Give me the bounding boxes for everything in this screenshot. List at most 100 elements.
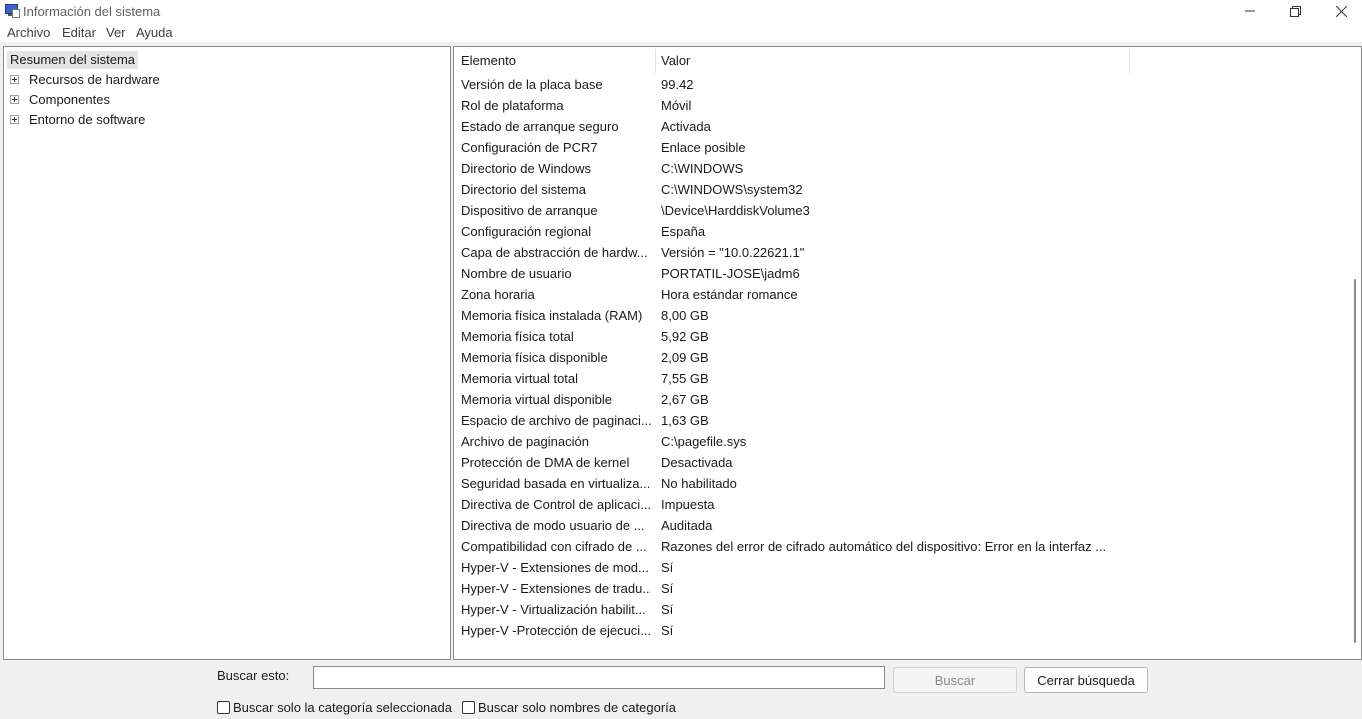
- table-row[interactable]: Rol de plataforma Móvil: [454, 95, 1344, 116]
- search-panel: Buscar esto: Buscar Cerrar búsqueda Busc…: [0, 660, 1362, 719]
- row-value-cell: No habilitado: [661, 476, 737, 491]
- table-row[interactable]: Directiva de Control de aplicaci... Impue…: [454, 494, 1344, 515]
- table-row[interactable]: Archivo de paginación C:\pagefile.sys: [454, 431, 1344, 452]
- expand-plus-icon[interactable]: [10, 95, 19, 104]
- row-value-cell: 2,09 GB: [661, 350, 709, 365]
- row-element-cell: Versión de la placa base: [461, 77, 603, 92]
- only-category-names-checkbox[interactable]: Buscar solo nombres de categoría: [462, 699, 676, 715]
- row-value-cell: C:\WINDOWS: [661, 161, 744, 176]
- tree-item-system-summary[interactable]: Resumen del sistema: [7, 51, 138, 69]
- table-row[interactable]: Dispositivo de arranque \Device\HarddiskV…: [454, 200, 1344, 221]
- table-row[interactable]: Seguridad basada en virtualiza... No habi…: [454, 473, 1344, 494]
- checkbox-box[interactable]: [462, 700, 475, 714]
- row-value-cell: PORTATIL-JOSE\jadm6: [661, 266, 800, 281]
- row-element-cell: Hyper-V - Extensiones de tradu...: [461, 581, 651, 596]
- checkbox-label: Buscar solo nombres de categoría: [478, 699, 676, 715]
- row-element-cell: Compatibilidad con cifrado de ...: [461, 539, 647, 554]
- row-value-cell: Sí: [661, 602, 674, 617]
- close-search-button[interactable]: Cerrar búsqueda: [1024, 667, 1148, 693]
- table-row[interactable]: Directorio de Windows C:\WINDOWS: [454, 158, 1344, 179]
- row-value-cell: Sí: [661, 560, 674, 575]
- search-input[interactable]: [313, 666, 885, 689]
- row-element-cell: Estado de arranque seguro: [461, 119, 619, 134]
- row-element-cell: Zona horaria: [461, 287, 535, 302]
- table-row[interactable]: Hyper-V - Virtualización habilit... Sí: [454, 599, 1344, 620]
- menu-ver[interactable]: Ver: [106, 25, 126, 40]
- list-header: Elemento Valor: [454, 47, 1130, 73]
- table-row[interactable]: Memoria física total 5,92 GB: [454, 326, 1344, 347]
- row-element-cell: Memoria virtual total: [461, 371, 579, 386]
- table-row[interactable]: Memoria virtual total 7,55 GB: [454, 368, 1344, 389]
- expand-plus-icon[interactable]: [10, 75, 19, 84]
- row-value-cell: Auditada: [661, 518, 713, 533]
- window-title: Información del sistema: [23, 4, 161, 19]
- table-row[interactable]: Memoria virtual disponible 2,67 GB: [454, 389, 1344, 410]
- row-value-cell: Móvil: [661, 98, 692, 113]
- row-element-cell: Rol de plataforma: [461, 98, 564, 113]
- table-row[interactable]: Capa de abstracción de hardw... Versión =…: [454, 242, 1344, 263]
- expand-plus-icon[interactable]: [10, 115, 19, 124]
- row-value-cell: Activada: [661, 119, 711, 134]
- system-info-app-icon: [4, 4, 20, 18]
- search-button[interactable]: Buscar: [893, 667, 1017, 693]
- row-value-cell: Hora estándar romance: [661, 287, 798, 302]
- row-element-cell: Dispositivo de arranque: [461, 203, 598, 218]
- table-row[interactable]: Protección de DMA de kernel Desactivada: [454, 452, 1344, 473]
- tree-item-label: Entorno de software: [29, 112, 146, 127]
- row-value-cell: 8,00 GB: [661, 308, 709, 323]
- menu-bar: Archivo Editar Ver Ayuda: [0, 22, 1362, 42]
- row-element-cell: Memoria virtual disponible: [461, 392, 613, 407]
- row-element-cell: Configuración de PCR7: [461, 140, 598, 155]
- category-tree: Resumen del sistema Recursos de hardware…: [3, 46, 451, 660]
- row-element-cell: Archivo de paginación: [461, 434, 589, 449]
- row-value-cell: 1,63 GB: [661, 413, 709, 428]
- row-value-cell: Sí: [661, 623, 674, 638]
- table-row[interactable]: Directiva de modo usuario de ... Auditada: [454, 515, 1344, 536]
- close-icon: [1335, 5, 1347, 17]
- row-value-cell: C:\pagefile.sys: [661, 434, 747, 449]
- minimize-icon: [1245, 10, 1255, 12]
- checkbox-box[interactable]: [217, 700, 230, 714]
- row-value-cell: España: [661, 224, 706, 239]
- close-button[interactable]: [1318, 0, 1362, 22]
- table-row[interactable]: Configuración de PCR7 Enlace posible: [454, 137, 1344, 158]
- vertical-scrollbar[interactable]: [1354, 279, 1356, 643]
- table-row[interactable]: Hyper-V - Extensiones de tradu... Sí: [454, 578, 1344, 599]
- table-row[interactable]: Hyper-V - Extensiones de mod... Sí: [454, 557, 1344, 578]
- row-element-cell: Espacio de archivo de paginaci...: [461, 413, 651, 428]
- tree-item-label: Recursos de hardware: [29, 72, 160, 87]
- table-row[interactable]: Compatibilidad con cifrado de ... Razones…: [454, 536, 1344, 557]
- column-header-value[interactable]: Valor: [661, 53, 690, 68]
- row-value-cell: \Device\HarddiskVolume3: [661, 203, 810, 218]
- title-bar: Información del sistema: [0, 0, 1362, 22]
- row-element-cell: Directorio del sistema: [461, 182, 586, 197]
- menu-ayuda[interactable]: Ayuda: [136, 25, 173, 40]
- row-value-cell: Sí: [661, 581, 674, 596]
- row-element-cell: Memoria física instalada (RAM): [461, 308, 643, 323]
- table-row[interactable]: Estado de arranque seguro Activada: [454, 116, 1344, 137]
- table-row[interactable]: Versión de la placa base 99.42: [454, 74, 1344, 95]
- minimize-button[interactable]: [1227, 0, 1273, 22]
- table-row[interactable]: Nombre de usuario PORTATIL-JOSE\jadm6: [454, 263, 1344, 284]
- menu-archivo[interactable]: Archivo: [7, 25, 50, 40]
- table-row[interactable]: Zona horaria Hora estándar romance: [454, 284, 1344, 305]
- row-value-cell: Impuesta: [661, 497, 715, 512]
- checkbox-label: Buscar solo la categoría seleccionada: [233, 699, 452, 715]
- table-row[interactable]: Espacio de archivo de paginaci... 1,63 GB: [454, 410, 1344, 431]
- restore-icon: [1289, 5, 1301, 17]
- row-value-cell: 2,67 GB: [661, 392, 709, 407]
- row-element-cell: Hyper-V - Extensiones de mod...: [461, 560, 649, 575]
- table-row[interactable]: Configuración regional España: [454, 221, 1344, 242]
- row-element-cell: Memoria física disponible: [461, 350, 608, 365]
- menu-editar[interactable]: Editar: [62, 25, 96, 40]
- table-row[interactable]: Hyper-V -Protección de ejecuci... Sí: [454, 620, 1344, 641]
- table-row[interactable]: Memoria física disponible 2,09 GB: [454, 347, 1344, 368]
- table-row[interactable]: Directorio del sistema C:\WINDOWS\system3…: [454, 179, 1344, 200]
- only-selected-category-checkbox[interactable]: Buscar solo la categoría seleccionada: [217, 699, 452, 715]
- row-element-cell: Capa de abstracción de hardw...: [461, 245, 648, 260]
- search-label: Buscar esto:: [217, 668, 290, 683]
- column-header-element[interactable]: Elemento: [461, 53, 516, 68]
- table-row[interactable]: Memoria física instalada (RAM) 8,00 GB: [454, 305, 1344, 326]
- restore-button[interactable]: [1272, 0, 1318, 22]
- row-value-cell: Versión = "10.0.22621.1": [661, 245, 805, 260]
